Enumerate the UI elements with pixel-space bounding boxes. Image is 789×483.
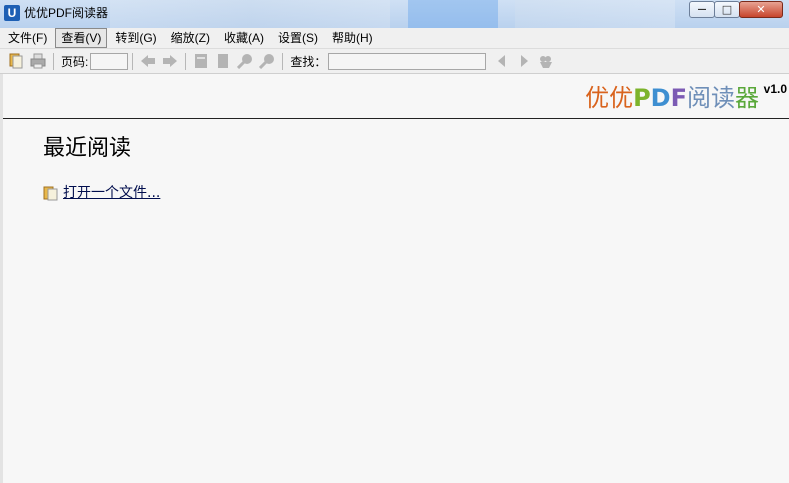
version-label: v1.0: [763, 82, 787, 96]
open-file-icon[interactable]: [8, 53, 24, 69]
minimize-icon: —: [697, 4, 707, 15]
toolbar-separator: [185, 52, 187, 70]
minimize-button[interactable]: —: [689, 1, 715, 18]
folder-icon: [43, 185, 59, 201]
single-page-icon[interactable]: [193, 53, 209, 69]
close-icon: ✕: [756, 3, 766, 16]
brand-header: 优优PDF阅读器 v1.0: [3, 74, 789, 119]
page-label: 页码:: [61, 54, 89, 69]
find-options-icon[interactable]: [538, 53, 554, 69]
main-content: 最近阅读 打开一个文件...: [3, 119, 789, 483]
menu-goto[interactable]: 转到(G): [109, 28, 162, 48]
menu-zoom[interactable]: 缩放(Z): [165, 28, 216, 48]
background-blur-button: [408, 0, 498, 28]
close-button[interactable]: ✕: [739, 1, 783, 18]
toolbar-separator: [53, 52, 54, 70]
background-blur: [110, 0, 390, 28]
search-label: 查找：: [290, 54, 327, 69]
open-file-row: 打开一个文件...: [43, 184, 160, 202]
background-blur-right: [515, 0, 675, 28]
toolbar: 页码: 查找：: [0, 49, 789, 74]
brand-part-qi: 器: [735, 84, 759, 112]
brand-part-yuedu: 阅读: [687, 84, 735, 112]
brand-part-d: D: [650, 84, 671, 112]
page-number-input[interactable]: [90, 52, 129, 70]
next-page-icon[interactable]: [162, 53, 178, 69]
toolbar-separator: [282, 52, 284, 70]
menu-favorites[interactable]: 收藏(A): [218, 28, 270, 48]
search-input[interactable]: [328, 52, 487, 70]
brand-logo: 优优PDF阅读器: [585, 84, 759, 112]
brand-part-f: F: [670, 84, 687, 112]
maximize-button[interactable]: □: [714, 1, 740, 18]
app-logo-icon: U: [4, 5, 20, 21]
window-title: 优优PDF阅读器: [24, 6, 109, 20]
find-next-icon[interactable]: [516, 53, 532, 69]
open-file-link[interactable]: 打开一个文件...: [63, 184, 160, 202]
title-bar[interactable]: U 优优PDF阅读器 — □ ✕: [0, 0, 789, 28]
prev-page-icon[interactable]: [140, 53, 156, 69]
menu-settings[interactable]: 设置(S): [272, 28, 324, 48]
brand-part-p: P: [633, 84, 651, 112]
print-icon[interactable]: [30, 53, 46, 69]
brand-part-youyou: 优优: [585, 84, 634, 112]
window-controls: — □ ✕: [689, 1, 783, 18]
maximize-icon: □: [721, 3, 733, 16]
menu-view[interactable]: 查看(V): [55, 28, 108, 48]
zoom-out-icon[interactable]: [259, 53, 275, 69]
recent-reading-title: 最近阅读: [43, 136, 132, 161]
fit-page-icon[interactable]: [215, 53, 231, 69]
find-prev-icon[interactable]: [494, 53, 510, 69]
toolbar-separator: [132, 52, 134, 70]
menu-file[interactable]: 文件(F): [2, 28, 53, 48]
menu-bar: 文件(F) 查看(V) 转到(G) 缩放(Z) 收藏(A) 设置(S) 帮助(H…: [0, 28, 789, 49]
zoom-in-icon[interactable]: [237, 53, 253, 69]
menu-help[interactable]: 帮助(H): [326, 28, 379, 48]
